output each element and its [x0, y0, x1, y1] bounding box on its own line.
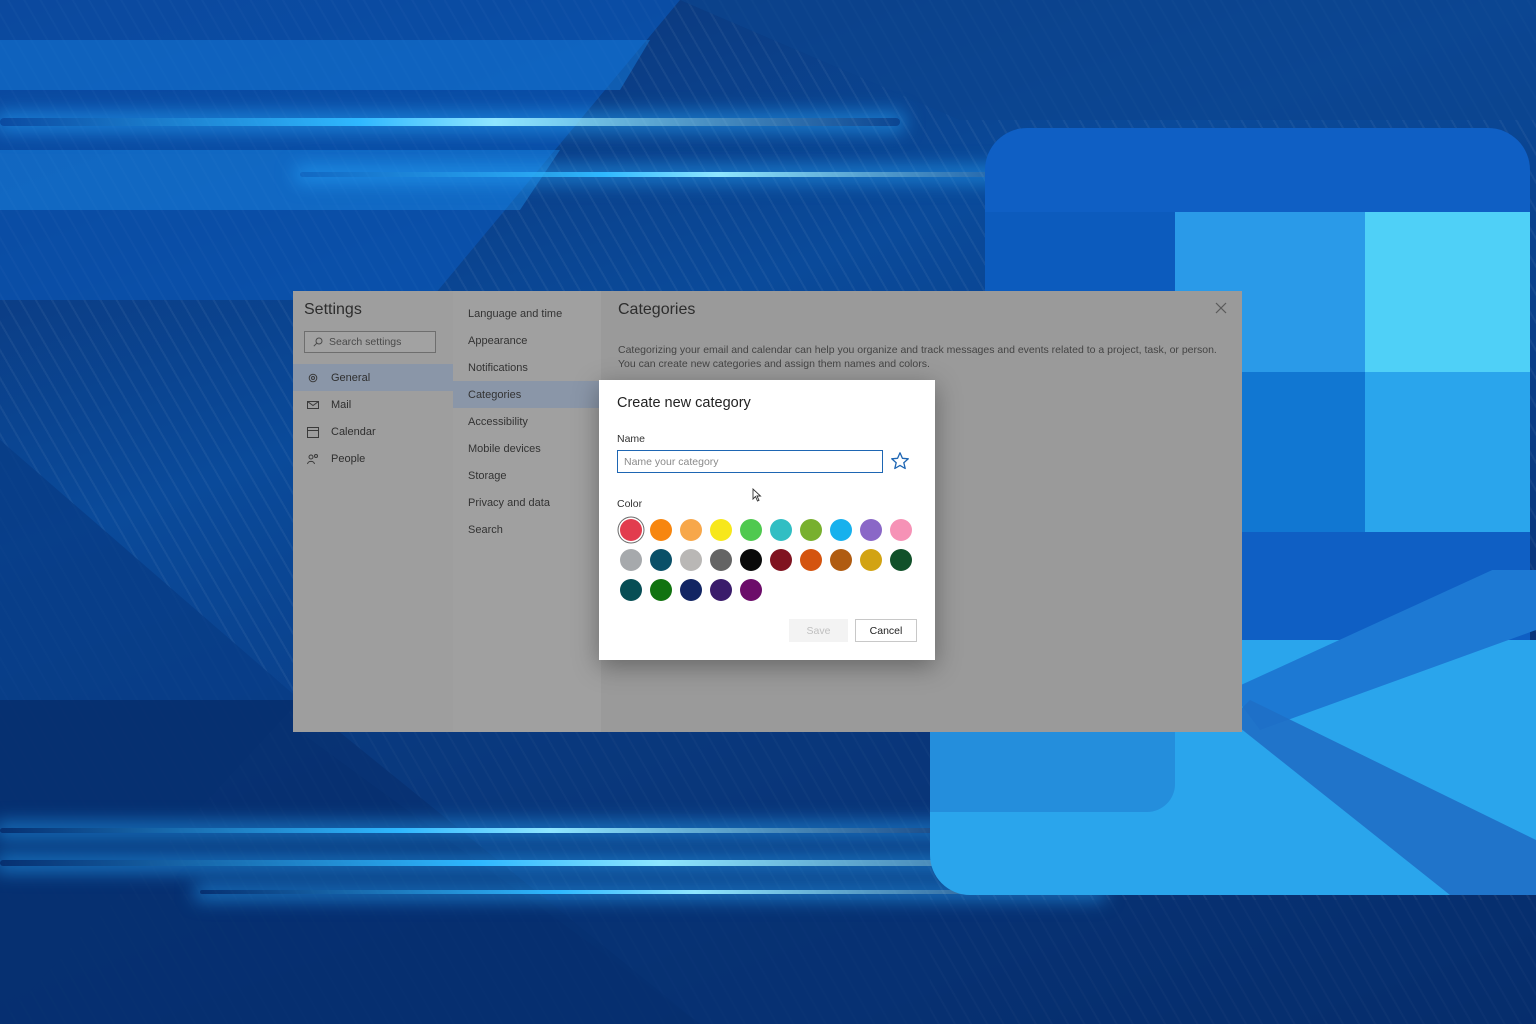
color-swatch[interactable] — [800, 549, 822, 571]
subnav-appearance[interactable]: Appearance — [453, 327, 601, 354]
gear-icon — [308, 373, 318, 382]
star-favorite-icon[interactable] — [890, 451, 910, 471]
color-swatch[interactable] — [770, 549, 792, 571]
color-swatch[interactable] — [650, 579, 672, 601]
content-description: Categorizing your email and calendar can… — [618, 344, 1217, 370]
color-swatch[interactable] — [680, 519, 702, 541]
color-swatch[interactable] — [740, 579, 762, 601]
color-swatch[interactable] — [890, 549, 912, 571]
color-swatch[interactable] — [890, 519, 912, 541]
color-swatch[interactable] — [770, 519, 792, 541]
subnav-storage[interactable]: Storage — [453, 462, 601, 489]
cancel-button[interactable]: Cancel — [855, 619, 917, 642]
color-swatch[interactable] — [620, 549, 642, 571]
color-swatch[interactable] — [650, 519, 672, 541]
search-placeholder: Search settings — [329, 336, 402, 348]
nav-label: Mail — [331, 398, 352, 411]
subnav-privacy-and-data[interactable]: Privacy and data — [453, 489, 601, 516]
color-swatch[interactable] — [860, 519, 882, 541]
save-button[interactable]: Save — [789, 619, 848, 642]
subnav-search[interactable]: Search — [453, 516, 601, 543]
settings-title: Settings — [304, 301, 362, 318]
color-swatch[interactable] — [740, 519, 762, 541]
settings-sidebar: Settings Search settings General Mail Ca… — [293, 291, 453, 732]
subnav-mobile-devices[interactable]: Mobile devices — [453, 435, 601, 462]
search-icon — [313, 337, 323, 347]
nav-item-general[interactable]: General — [293, 364, 453, 391]
settings-subnav: Language and time Appearance Notificatio… — [453, 291, 601, 732]
calendar-icon — [307, 426, 319, 438]
color-swatch[interactable] — [620, 519, 642, 541]
subnav-accessibility[interactable]: Accessibility — [453, 408, 601, 435]
subnav-language-and-time[interactable]: Language and time — [453, 300, 601, 327]
name-label: Name — [617, 433, 646, 445]
color-swatch[interactable] — [830, 519, 852, 541]
mail-icon — [307, 400, 319, 409]
color-swatch[interactable] — [830, 549, 852, 571]
people-icon — [307, 453, 318, 464]
nav-label: Calendar — [331, 425, 376, 438]
color-swatch[interactable] — [860, 549, 882, 571]
content-title: Categories — [618, 301, 696, 318]
color-swatch[interactable] — [680, 579, 702, 601]
subnav-notifications[interactable]: Notifications — [453, 354, 601, 381]
search-settings-input[interactable]: Search settings — [304, 331, 436, 353]
nav-item-mail[interactable]: Mail — [293, 391, 453, 418]
subnav-categories[interactable]: Categories — [453, 381, 601, 408]
color-swatch[interactable] — [680, 549, 702, 571]
color-swatch[interactable] — [650, 549, 672, 571]
color-swatch[interactable] — [710, 519, 732, 541]
category-name-input[interactable] — [617, 450, 883, 473]
color-swatch[interactable] — [710, 579, 732, 601]
color-swatch[interactable] — [800, 519, 822, 541]
close-icon[interactable] — [1214, 301, 1228, 315]
dialog-title: Create new category — [617, 395, 751, 411]
nav-label: General — [331, 371, 371, 384]
color-swatch[interactable] — [740, 549, 762, 571]
nav-label: People — [331, 452, 366, 465]
nav-item-people[interactable]: People — [293, 445, 453, 472]
create-category-dialog: Create new category Name Color Save Canc… — [599, 380, 935, 660]
color-label: Color — [617, 498, 643, 510]
mouse-cursor-icon — [752, 488, 762, 502]
color-swatch[interactable] — [620, 579, 642, 601]
nav-item-calendar[interactable]: Calendar — [293, 418, 453, 445]
color-swatch[interactable] — [710, 549, 732, 571]
